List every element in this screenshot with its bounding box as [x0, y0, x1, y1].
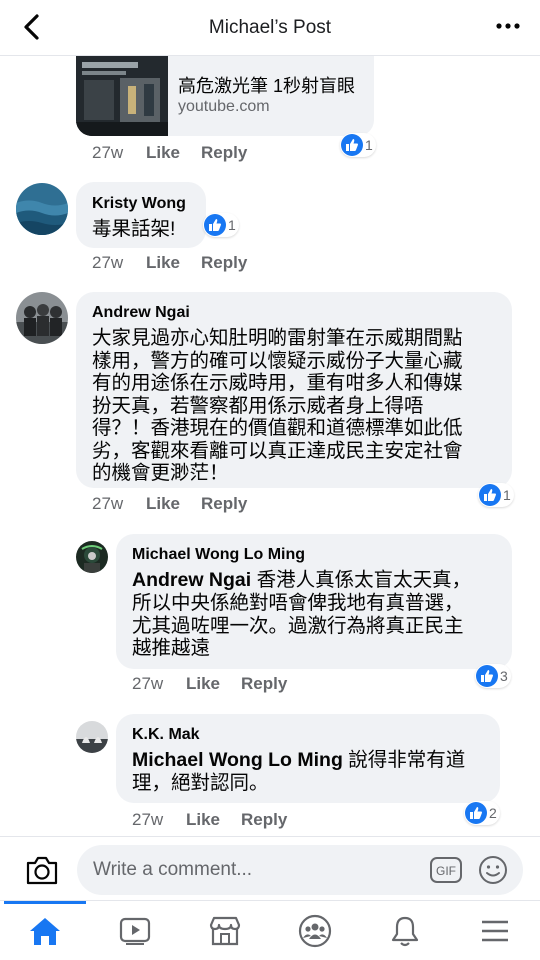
like-button[interactable]: Like [186, 810, 241, 830]
reply-button[interactable]: Reply [201, 494, 247, 514]
comment-meta: 27w Like Reply [92, 143, 247, 163]
reply-text-line: 理，絕對認同。 [132, 772, 269, 794]
watch-icon [119, 917, 151, 945]
reply-button[interactable]: Reply [201, 143, 247, 163]
video-thumbnail[interactable] [76, 56, 168, 136]
reaction-count: 2 [489, 805, 497, 821]
avatar[interactable] [16, 183, 68, 235]
tab-watch[interactable] [90, 901, 180, 960]
link-preview-card[interactable]: 高危激光筆 1秒射盲眼 youtube.com [76, 56, 374, 136]
emoji-icon[interactable] [477, 854, 509, 886]
like-thumb-icon [341, 134, 363, 156]
more-dots-icon[interactable] [494, 14, 522, 38]
mention-link[interactable]: Michael Wong Lo Ming [132, 749, 343, 771]
comment-text-line: 扮天真，若警察都用係示威者身上得唔 [92, 394, 424, 417]
comment-text-line: 樣用，警方的確可以懷疑示威份子大量心藏 [92, 349, 463, 372]
reply-meta: 27w Like Reply [132, 674, 287, 694]
svg-text:GIF: GIF [436, 864, 456, 878]
mention-link[interactable]: Andrew Ngai [132, 569, 251, 591]
tab-marketplace[interactable] [180, 901, 270, 960]
comment-input[interactable]: Write a comment... GIF [77, 845, 523, 895]
tab-groups[interactable] [270, 901, 360, 960]
groups-icon [298, 914, 332, 948]
comment-author[interactable]: Andrew Ngai [92, 304, 190, 322]
reply-meta: 27w Like Reply [132, 810, 287, 830]
avatar[interactable] [76, 721, 108, 753]
like-button[interactable]: Like [186, 674, 241, 694]
avatar[interactable] [16, 292, 68, 344]
like-button[interactable]: Like [146, 253, 201, 273]
comment-text-line: 得？！香港現在的價值觀和道德標準如此低 [92, 417, 463, 439]
reply-author[interactable]: K.K. Mak [132, 726, 200, 744]
like-button[interactable]: Like [146, 143, 201, 163]
reply-time: 27w [132, 674, 164, 693]
reaction-badge[interactable]: 3 [475, 664, 511, 688]
comment-text-line: 的機會更渺茫！ [92, 462, 229, 484]
reaction-badge[interactable]: 2 [464, 801, 500, 825]
reaction-count: 1 [503, 487, 511, 503]
reply-text-line: 尤其過咗哩一次。過激行為將真正民主 [132, 614, 464, 637]
comment-text-line: 有的用途係在示威時用，重有咁多人和傳媒 [92, 372, 463, 394]
reply-button[interactable]: Reply [241, 810, 287, 830]
tab-notifications[interactable] [360, 901, 450, 960]
reaction-badge[interactable]: 1 [478, 483, 514, 507]
comment-meta: 27w Like Reply [92, 253, 247, 273]
menu-icon [482, 920, 508, 942]
link-domain: youtube.com [178, 98, 270, 115]
like-thumb-icon [479, 484, 501, 506]
avatar[interactable] [76, 541, 108, 573]
tab-home[interactable] [0, 901, 90, 960]
reply-text-line: Andrew Ngai 香港人真係太盲太天真， [132, 569, 472, 591]
comment-meta: 27w Like Reply [92, 494, 247, 514]
like-thumb-icon [465, 802, 487, 824]
tab-menu[interactable] [450, 901, 540, 960]
comment-text-line: 劣，客觀來看離可以真正達成民主安定社會 [92, 439, 463, 462]
like-button[interactable]: Like [146, 494, 201, 514]
comment-time: 27w [92, 253, 124, 272]
like-thumb-icon [204, 214, 226, 236]
reply-button[interactable]: Reply [201, 253, 247, 273]
reaction-badge[interactable]: 1 [340, 133, 376, 157]
comment-text-line: 大家見過亦心知肚明啲雷射筆在示威期間點 [92, 327, 463, 349]
comment-composer: Write a comment... GIF [0, 836, 540, 904]
post-header: Michael’s Post [0, 0, 540, 56]
reply-text-line: Michael Wong Lo Ming 說得非常有道 [132, 749, 466, 771]
link-title[interactable]: 高危激光筆 1秒射盲眼 [178, 72, 355, 98]
reply-text-line: 越推越遠 [132, 637, 211, 659]
reaction-count: 1 [228, 217, 236, 233]
reaction-badge[interactable]: 1 [203, 213, 239, 237]
reaction-count: 3 [500, 668, 508, 684]
reply-author[interactable]: Michael Wong Lo Ming [132, 546, 305, 564]
comment-time: 27w [92, 143, 124, 162]
gif-icon[interactable]: GIF [429, 856, 463, 884]
like-thumb-icon [476, 665, 498, 687]
comment-text: 毒果話架! [92, 218, 176, 240]
reply-text-line: 所以中央係絶對唔會俾我地有真普選， [132, 592, 464, 614]
marketplace-icon [209, 916, 241, 946]
reply-time: 27w [132, 810, 164, 829]
bottom-tab-bar [0, 900, 540, 960]
reply-button[interactable]: Reply [241, 674, 287, 694]
bell-icon [391, 916, 419, 947]
comment-time: 27w [92, 494, 124, 513]
home-icon [30, 918, 60, 945]
page-title: Michael’s Post [208, 17, 332, 38]
comment-author[interactable]: Kristy Wong [92, 195, 186, 213]
camera-icon[interactable] [24, 853, 60, 887]
reaction-count: 1 [365, 137, 373, 153]
comment-placeholder: Write a comment... [93, 859, 253, 880]
